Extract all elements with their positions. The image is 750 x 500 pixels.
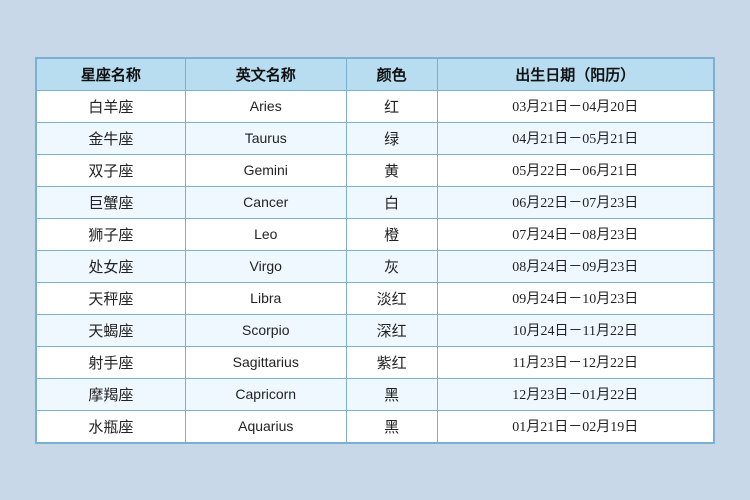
zh-name-cell: 巨蟹座 [37,186,186,218]
color-cell: 黑 [346,410,437,442]
en-name-cell: Gemini [185,154,346,186]
color-cell: 深红 [346,314,437,346]
table-row: 金牛座Taurus绿04月21日－05月21日 [37,122,714,154]
color-cell: 黑 [346,378,437,410]
en-name-cell: Taurus [185,122,346,154]
table-row: 水瓶座Aquarius黑01月21日－02月19日 [37,410,714,442]
date-cell: 04月21日－05月21日 [437,122,713,154]
date-cell: 08月24日－09月23日 [437,250,713,282]
en-name-cell: Virgo [185,250,346,282]
en-name-cell: Leo [185,218,346,250]
en-name-cell: Aquarius [185,410,346,442]
table-row: 天秤座Libra淡红09月24日－10月23日 [37,282,714,314]
zh-name-cell: 处女座 [37,250,186,282]
zh-name-cell: 狮子座 [37,218,186,250]
zh-name-cell: 天蝎座 [37,314,186,346]
date-cell: 11月23日－12月22日 [437,346,713,378]
table-row: 摩羯座Capricorn黑12月23日－01月22日 [37,378,714,410]
zodiac-table: 星座名称 英文名称 颜色 出生日期（阳历） 白羊座Aries红03月21日－04… [36,58,714,443]
en-name-cell: Scorpio [185,314,346,346]
zh-name-cell: 天秤座 [37,282,186,314]
header-en-name: 英文名称 [185,58,346,90]
date-cell: 10月24日－11月22日 [437,314,713,346]
date-cell: 06月22日－07月23日 [437,186,713,218]
en-name-cell: Sagittarius [185,346,346,378]
zh-name-cell: 摩羯座 [37,378,186,410]
table-row: 射手座Sagittarius紫红11月23日－12月22日 [37,346,714,378]
en-name-cell: Libra [185,282,346,314]
zh-name-cell: 金牛座 [37,122,186,154]
table-header-row: 星座名称 英文名称 颜色 出生日期（阳历） [37,58,714,90]
color-cell: 黄 [346,154,437,186]
color-cell: 淡红 [346,282,437,314]
date-cell: 03月21日－04月20日 [437,90,713,122]
color-cell: 紫红 [346,346,437,378]
table-row: 处女座Virgo灰08月24日－09月23日 [37,250,714,282]
zh-name-cell: 射手座 [37,346,186,378]
table-row: 狮子座Leo橙07月24日－08月23日 [37,218,714,250]
header-date: 出生日期（阳历） [437,58,713,90]
date-cell: 05月22日－06月21日 [437,154,713,186]
header-color: 颜色 [346,58,437,90]
en-name-cell: Aries [185,90,346,122]
table-row: 天蝎座Scorpio深红10月24日－11月22日 [37,314,714,346]
color-cell: 红 [346,90,437,122]
date-cell: 09月24日－10月23日 [437,282,713,314]
table-row: 双子座Gemini黄05月22日－06月21日 [37,154,714,186]
zh-name-cell: 水瓶座 [37,410,186,442]
color-cell: 白 [346,186,437,218]
en-name-cell: Cancer [185,186,346,218]
color-cell: 绿 [346,122,437,154]
date-cell: 12月23日－01月22日 [437,378,713,410]
color-cell: 灰 [346,250,437,282]
zodiac-table-wrapper: 星座名称 英文名称 颜色 出生日期（阳历） 白羊座Aries红03月21日－04… [35,57,715,444]
zh-name-cell: 白羊座 [37,90,186,122]
zh-name-cell: 双子座 [37,154,186,186]
table-row: 白羊座Aries红03月21日－04月20日 [37,90,714,122]
color-cell: 橙 [346,218,437,250]
date-cell: 01月21日－02月19日 [437,410,713,442]
en-name-cell: Capricorn [185,378,346,410]
date-cell: 07月24日－08月23日 [437,218,713,250]
table-row: 巨蟹座Cancer白06月22日－07月23日 [37,186,714,218]
header-zh-name: 星座名称 [37,58,186,90]
